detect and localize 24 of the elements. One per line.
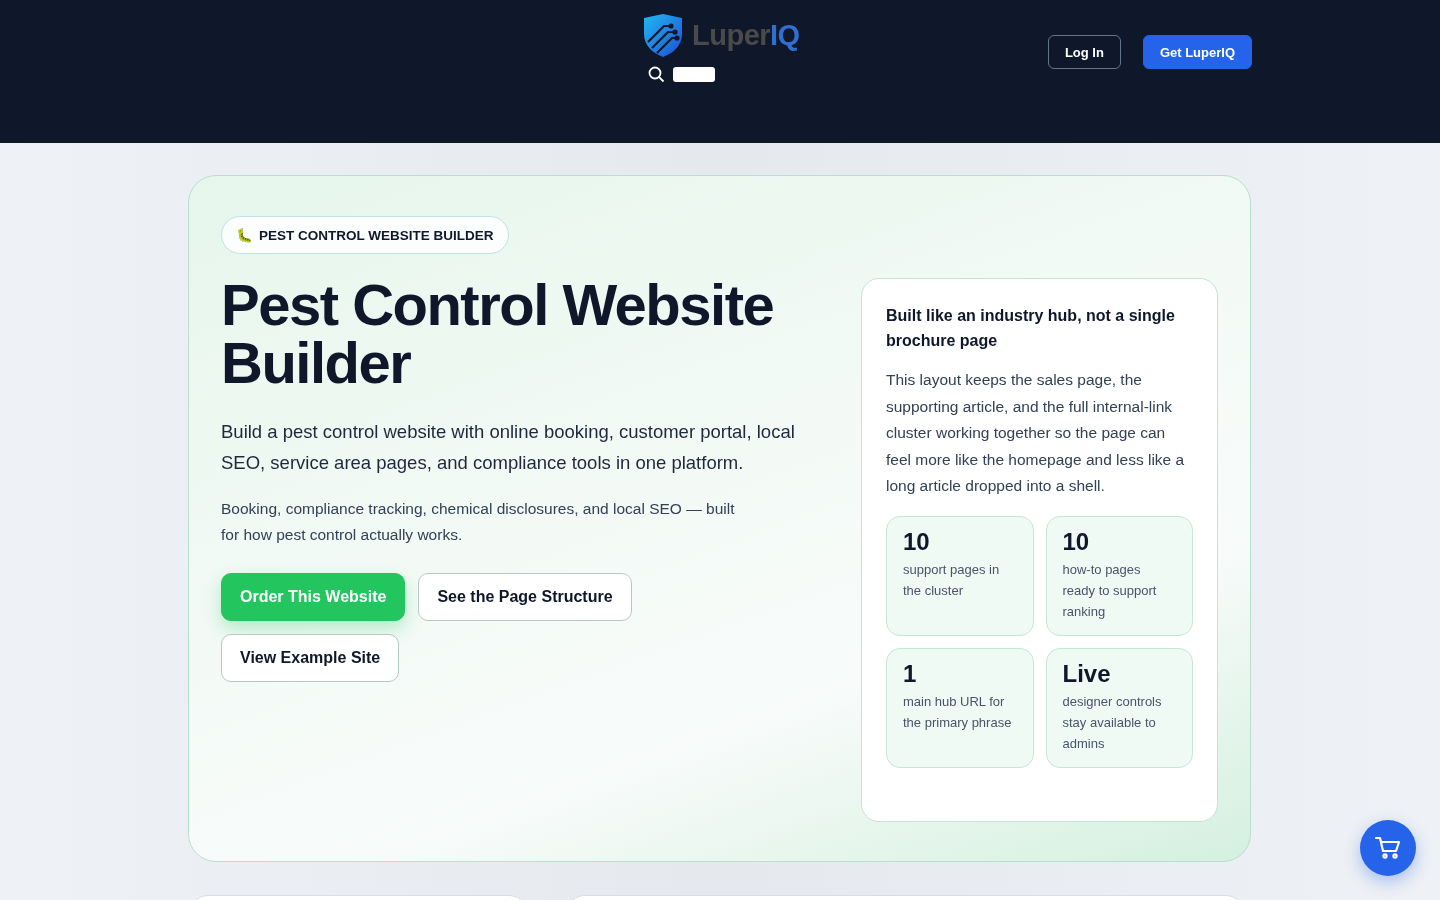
lead-paragraph: Build a pest control website with online booking, customer portal, local SEO, service area pages, and compliance tools in one platform. <box>221 420 796 475</box>
panel-text: This layout keeps the sales page, the supporting article, and the full internal-link cluster working together so the page can feel more like the homepage and less like a long article dropped into a shell. <box>886 370 1186 496</box>
stat-value: 1 <box>903 658 917 689</box>
page-title: Pest Control Website Builder <box>221 276 775 392</box>
stat-value: 10 <box>903 526 930 557</box>
cart-button[interactable] <box>1360 820 1416 876</box>
search-icon[interactable] <box>648 66 665 83</box>
stat-label: main hub URL for the primary phrase <box>903 692 1013 732</box>
stat-value: 10 <box>1062 526 1090 557</box>
stat-value: Live <box>1062 658 1111 689</box>
login-button[interactable]: Log In <box>1047 35 1121 69</box>
cart-icon <box>1374 834 1402 862</box>
logo-wordmark[interactable]: LuperIQ <box>692 18 800 52</box>
signup-button[interactable]: Get LuperIQ <box>1142 35 1252 69</box>
cta-button[interactable]: View Example Site <box>221 634 400 682</box>
search-field[interactable] <box>673 67 715 82</box>
sub-paragraph: Booking, compliance tracking, chemical disclosures, and local SEO — built for how pest control actually works. <box>221 499 736 545</box>
panel-title: Built like an industry hub, not a single brochure page <box>886 306 1176 351</box>
stat-label: designer controls stay available to admins <box>1062 692 1163 753</box>
stat-label: how-to pages ready to support ranking <box>1062 560 1158 621</box>
badge-label: PEST CONTROL WEBSITE BUILDER <box>259 227 494 243</box>
caterpillar-icon: 🐛 <box>236 227 253 243</box>
stat-label: support pages in the cluster <box>903 560 1001 600</box>
cta-button[interactable]: See the Page Structure <box>418 573 632 621</box>
